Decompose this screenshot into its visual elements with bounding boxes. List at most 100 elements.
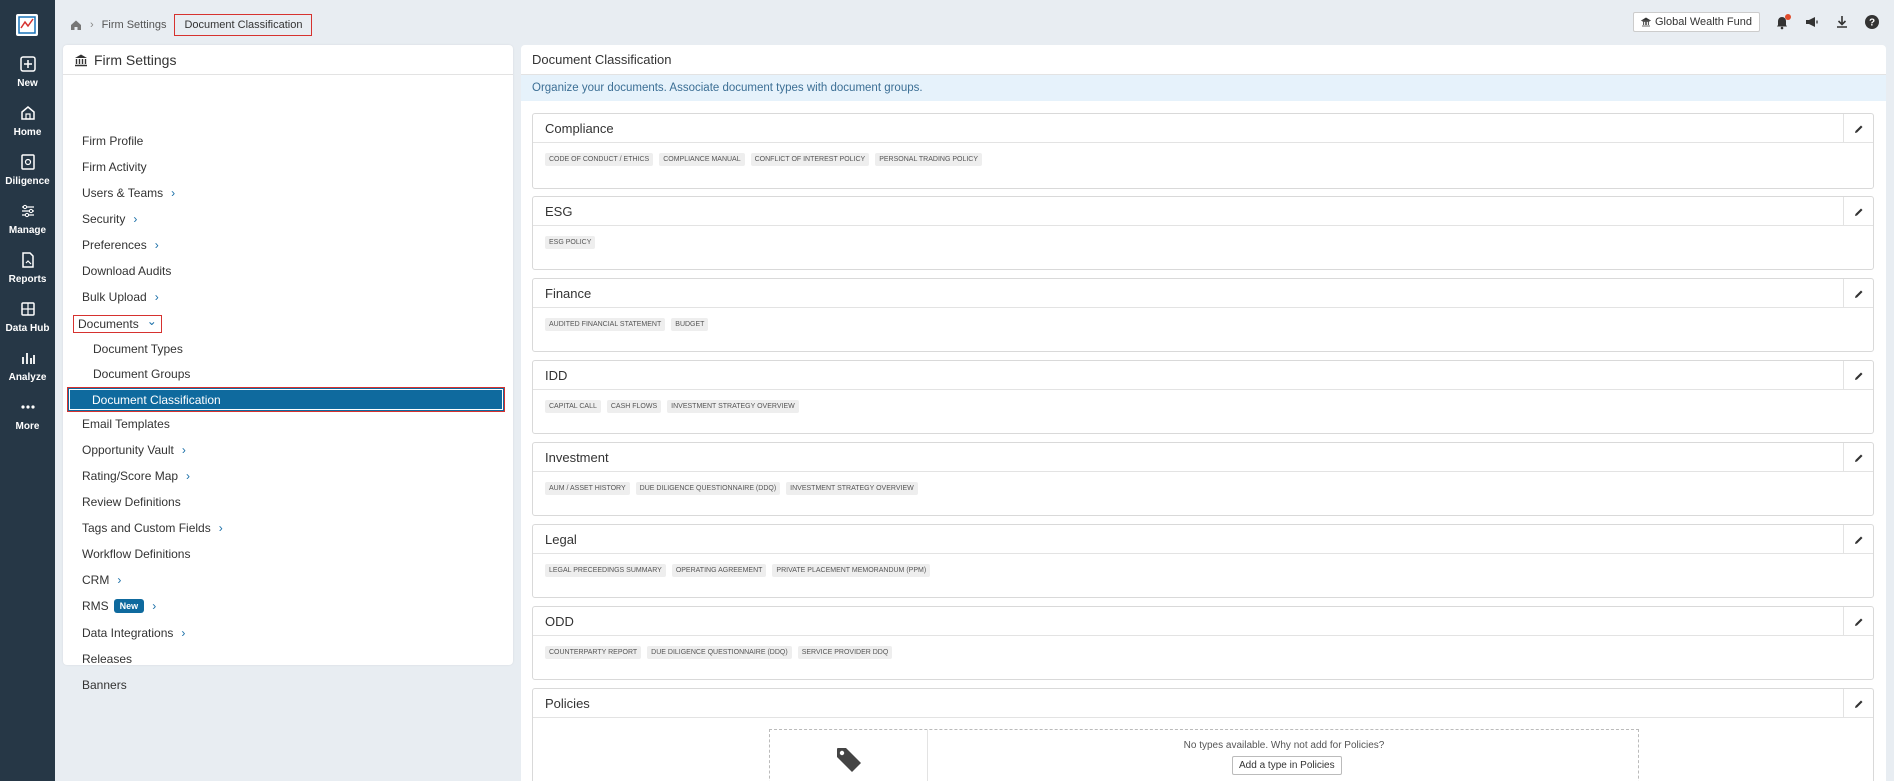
nav-bulk-upload[interactable]: Bulk Upload › — [82, 290, 159, 304]
group-name: Legal — [545, 531, 577, 547]
fund-selector-button[interactable]: Global Wealth Fund — [1632, 12, 1760, 32]
nav-data-integrations[interactable]: Data Integrations › — [82, 626, 185, 640]
app-logo[interactable] — [16, 14, 38, 36]
rail-new[interactable]: New — [0, 55, 55, 89]
edit-group-button[interactable] — [1843, 689, 1873, 718]
document-type-tag: PRIVATE PLACEMENT MEMORANDUM (PPM) — [772, 564, 931, 577]
group-finance: Finance AUDITED FINANCIAL STATEMENT BUDG… — [532, 278, 1874, 352]
rail-analyze[interactable]: Analyze — [0, 349, 55, 383]
nav-label: Bulk Upload — [82, 290, 147, 304]
edit-group-button[interactable] — [1843, 525, 1873, 554]
page-title: Document Classification — [521, 45, 1886, 75]
nav-firm-profile[interactable]: Firm Profile — [82, 134, 143, 148]
nav-firm-activity[interactable]: Firm Activity — [82, 160, 147, 174]
rail-more[interactable]: More — [0, 398, 55, 432]
nav-workflow-definitions[interactable]: Workflow Definitions — [82, 547, 190, 561]
rail-home[interactable]: Home — [0, 104, 55, 138]
empty-state-message: No types available. Why not add for Poli… — [1183, 740, 1385, 751]
nav-label: Documents — [78, 317, 139, 331]
pencil-icon — [1854, 372, 1862, 380]
breadcrumb: › Firm Settings Document Classification — [70, 14, 313, 36]
nav-label: Security — [82, 212, 126, 226]
document-type-tag: DUE DILIGENCE QUESTIONNAIRE (DDQ) — [647, 646, 792, 659]
nav-label: Opportunity Vault — [82, 443, 174, 457]
nav-label: Tags and Custom Fields — [82, 521, 211, 535]
info-banner: Organize your documents. Associate docum… — [521, 75, 1886, 101]
group-tags: CODE OF CONDUCT / ETHICS COMPLIANCE MANU… — [533, 143, 1873, 166]
edit-group-button[interactable] — [1843, 607, 1873, 636]
edit-group-button[interactable] — [1843, 279, 1873, 308]
svg-text:?: ? — [1869, 18, 1875, 29]
nav-download-audits[interactable]: Download Audits — [82, 264, 171, 278]
bank-icon — [1640, 17, 1651, 27]
nav-tags-custom-fields[interactable]: Tags and Custom Fields › — [82, 521, 223, 535]
edit-group-button[interactable] — [1843, 443, 1873, 472]
nav-email-templates[interactable]: Email Templates — [82, 417, 170, 431]
document-type-tag: AUM / ASSET HISTORY — [545, 482, 630, 495]
nav-document-types[interactable]: Document Types — [93, 342, 183, 356]
nav-document-groups[interactable]: Document Groups — [93, 367, 190, 381]
nav-users-teams[interactable]: Users & Teams › — [82, 186, 175, 200]
nav-preferences[interactable]: Preferences › — [82, 238, 159, 252]
rail-more-label: More — [15, 421, 40, 432]
add-type-button[interactable]: Add a type in Policies — [1232, 756, 1342, 775]
report-icon — [21, 252, 34, 268]
nav-rating-score-map[interactable]: Rating/Score Map › — [82, 469, 190, 483]
notification-dot — [1785, 14, 1791, 20]
group-tags: CAPITAL CALL CASH FLOWS INVESTMENT STRAT… — [533, 390, 1873, 413]
group-name: ODD — [545, 613, 574, 629]
group-legal: Legal LEGAL PRECEEDINGS SUMMARY OPERATIN… — [532, 524, 1874, 598]
nav-label: Users & Teams — [82, 186, 164, 200]
edit-group-button[interactable] — [1843, 197, 1873, 226]
pencil-icon — [1854, 618, 1862, 626]
pencil-icon — [1854, 454, 1862, 462]
nav-security[interactable]: Security › — [82, 212, 137, 226]
nav-label: Document Types — [93, 342, 183, 356]
rail-data-hub[interactable]: Data Hub — [0, 300, 55, 334]
fund-selector-label: Global Wealth Fund — [1654, 16, 1752, 28]
download-icon[interactable] — [1834, 14, 1850, 30]
notifications-icon[interactable] — [1774, 14, 1791, 30]
tag-icon — [836, 748, 861, 772]
nav-opportunity-vault[interactable]: Opportunity Vault › — [82, 443, 186, 457]
document-type-tag: CODE OF CONDUCT / ETHICS — [545, 153, 654, 166]
document-type-tag: SERVICE PROVIDER DDQ — [797, 646, 893, 659]
help-icon[interactable]: ? — [1864, 14, 1880, 30]
document-type-tag: INVESTMENT STRATEGY OVERVIEW — [786, 482, 918, 495]
announcements-icon[interactable] — [1804, 14, 1820, 30]
nav-document-classification[interactable]: Document Classification — [67, 387, 505, 412]
rail-analyze-label: Analyze — [8, 372, 47, 383]
nav-releases[interactable]: Releases — [82, 652, 132, 666]
plus-square-icon — [19, 56, 36, 72]
pencil-icon — [1854, 700, 1862, 708]
document-type-tag: COMPLIANCE MANUAL — [659, 153, 745, 166]
home-icon — [20, 106, 35, 120]
nav-label: Review Definitions — [82, 495, 181, 509]
rail-reports[interactable]: Reports — [0, 251, 55, 285]
edit-group-button[interactable] — [1843, 114, 1873, 143]
nav-banners[interactable]: Banners — [82, 678, 127, 692]
nav-documents[interactable]: Documents ⌄ — [73, 314, 162, 333]
edit-group-button[interactable] — [1843, 361, 1873, 390]
group-tags: LEGAL PRECEEDINGS SUMMARY OPERATING AGRE… — [533, 554, 1873, 577]
document-classification-panel: Document Classification Organize your do… — [521, 45, 1886, 781]
rail-manage[interactable]: Manage — [0, 202, 55, 236]
rail-home-label: Home — [13, 127, 42, 138]
nav-label: Releases — [82, 652, 133, 666]
document-type-tag: CONFLICT OF INTEREST POLICY — [750, 153, 870, 166]
nav-label: CRM — [82, 573, 110, 587]
rail-new-label: New — [17, 78, 38, 89]
group-name: Investment — [545, 449, 609, 465]
group-name: Policies — [545, 695, 590, 711]
nav-rms[interactable]: RMS New › — [82, 599, 156, 613]
group-investment: Investment AUM / ASSET HISTORY DUE DILIG… — [532, 442, 1874, 516]
nav-crm[interactable]: CRM › — [82, 573, 121, 587]
firm-settings-header: Firm Settings — [63, 45, 513, 75]
nav-review-definitions[interactable]: Review Definitions — [82, 495, 181, 509]
group-name: Compliance — [545, 120, 614, 136]
chevron-right-icon: › — [154, 290, 159, 304]
breadcrumb-firm-settings[interactable]: Firm Settings — [102, 19, 167, 31]
empty-state-icon-cell — [770, 730, 928, 781]
home-icon[interactable] — [70, 19, 82, 31]
rail-diligence[interactable]: Diligence — [0, 153, 55, 187]
